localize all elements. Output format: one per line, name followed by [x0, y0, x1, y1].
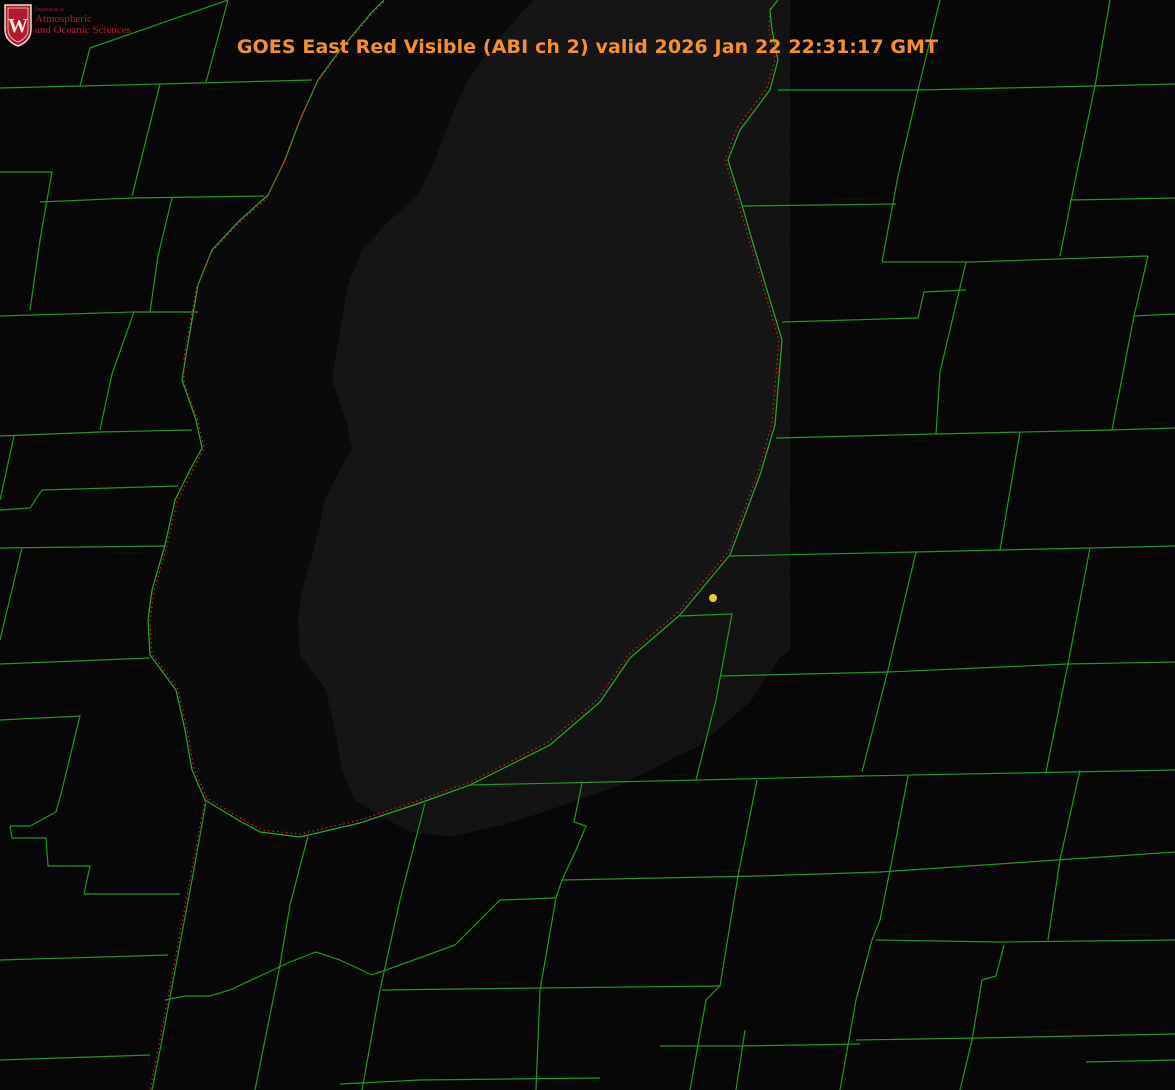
location-marker: [709, 594, 717, 602]
satellite-map: W Department of Atmospheric and Oceanic …: [0, 0, 1175, 1090]
uw-crest-letter: W: [8, 15, 28, 37]
image-title: GOES East Red Visible (ABI ch 2) valid 2…: [236, 36, 939, 58]
logo-line-2: and Oceanic Sciences: [35, 24, 131, 36]
satellite-image: [0, 0, 1175, 1090]
logo-text: Department of Atmospheric and Oceanic Sc…: [35, 8, 155, 36]
